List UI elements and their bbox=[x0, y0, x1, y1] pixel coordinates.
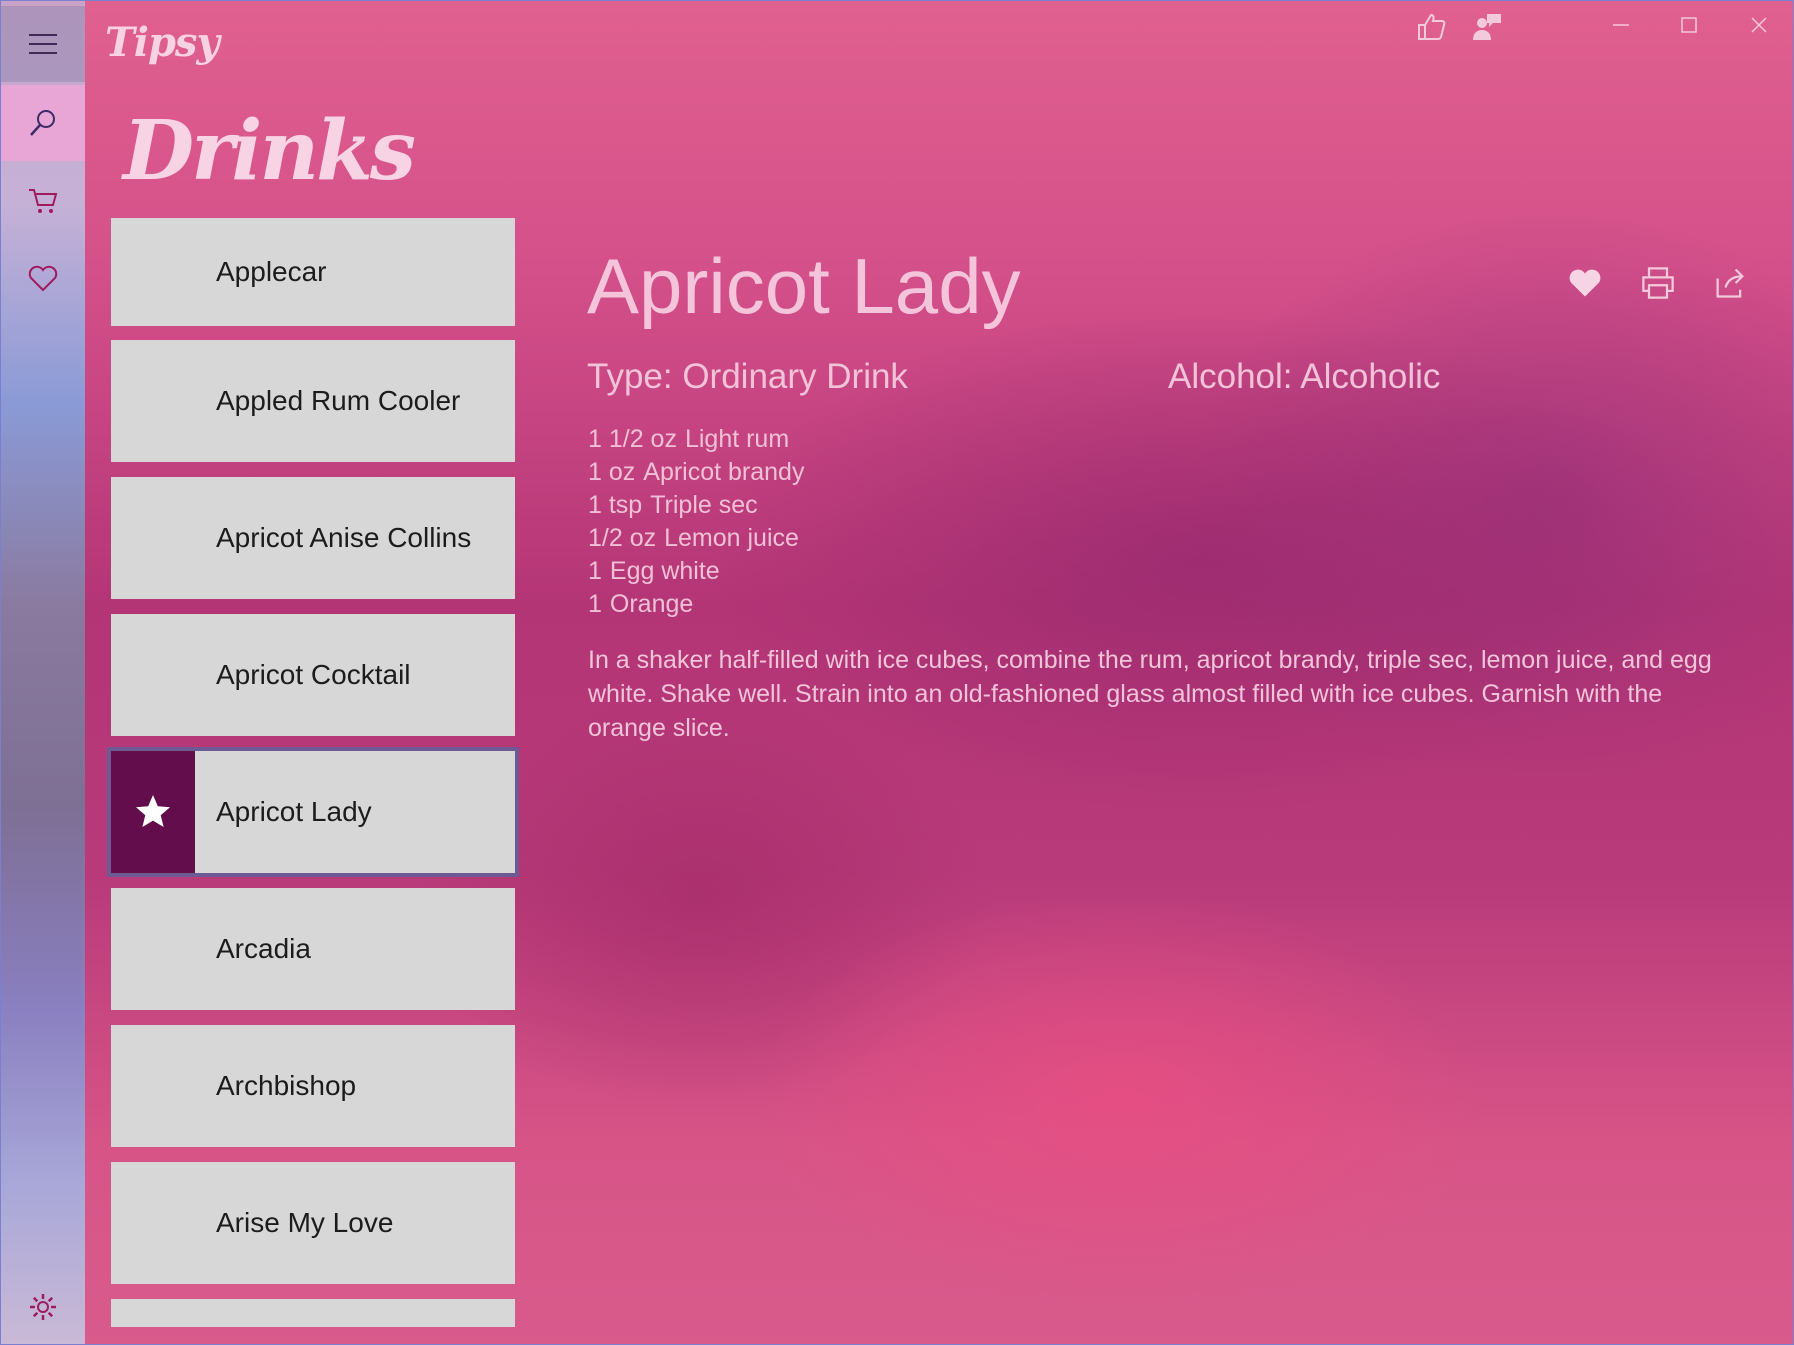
favorite-badge bbox=[111, 751, 195, 873]
close-button[interactable] bbox=[1739, 9, 1779, 41]
list-item[interactable]: Arise My Love bbox=[111, 1162, 515, 1284]
list-item-selected[interactable]: Apricot Lady bbox=[107, 747, 519, 877]
list-item[interactable]: Apricot Cocktail bbox=[111, 614, 515, 736]
ingredient-name: Triple sec bbox=[650, 491, 758, 519]
list-item-partial[interactable] bbox=[111, 1299, 515, 1327]
list-item[interactable]: Appled Rum Cooler bbox=[111, 340, 515, 462]
cart-nav-button[interactable] bbox=[1, 163, 85, 239]
drink-type: Type: Ordinary Drink bbox=[587, 357, 908, 396]
list-item[interactable]: Apricot Anise Collins bbox=[111, 477, 515, 599]
list-item[interactable]: Applecar bbox=[111, 218, 515, 326]
ingredient-qty: 1 oz bbox=[588, 458, 636, 486]
drink-name: Appled Rum Cooler bbox=[216, 385, 461, 416]
drink-alcohol: Alcohol: Alcoholic bbox=[1168, 357, 1441, 396]
page-title: Drinks bbox=[123, 103, 416, 199]
search-nav-button[interactable] bbox=[1, 85, 85, 161]
print-icon[interactable] bbox=[1640, 265, 1676, 301]
cart-icon bbox=[29, 189, 58, 213]
drink-name: Apricot Lady bbox=[216, 796, 372, 827]
star-icon bbox=[136, 795, 170, 827]
share-icon[interactable] bbox=[1712, 265, 1748, 301]
ingredients-list: 1 1/2 oz Light rum 1 oz Apricot brandy 1 t… bbox=[588, 423, 804, 621]
minimize-button[interactable] bbox=[1601, 9, 1641, 41]
gear-icon bbox=[30, 1294, 56, 1320]
drink-name: Applecar bbox=[216, 256, 327, 287]
drink-name: Arise My Love bbox=[216, 1207, 394, 1238]
close-icon bbox=[1751, 17, 1767, 33]
ingredient-row: 1 Egg white bbox=[588, 555, 804, 588]
ingredient-name: Orange bbox=[609, 590, 694, 618]
ingredient-row: 1 Orange bbox=[588, 588, 804, 621]
search-icon bbox=[30, 110, 55, 136]
list-item[interactable]: Arcadia bbox=[111, 888, 515, 1010]
hamburger-menu-button[interactable] bbox=[1, 6, 85, 82]
minimize-icon bbox=[1613, 24, 1629, 26]
ingredient-row: 1/2 oz Lemon juice bbox=[588, 522, 804, 555]
ingredient-name: Lemon juice bbox=[664, 524, 799, 552]
app-window: Tipsy Drinks Applecar Appled Rum Cooler … bbox=[0, 0, 1794, 1345]
drink-instructions: In a shaker half-filled with ice cubes, … bbox=[588, 646, 1712, 742]
list-item[interactable]: Archbishop bbox=[111, 1025, 515, 1147]
drink-title: Apricot Lady bbox=[587, 242, 1021, 330]
ingredient-qty: 1 1/2 oz bbox=[588, 425, 677, 453]
settings-nav-button[interactable] bbox=[1, 1269, 85, 1344]
person-feedback-icon[interactable] bbox=[1471, 11, 1503, 43]
app-logo: Tipsy bbox=[105, 19, 220, 66]
ingredient-qty: 1 bbox=[588, 590, 602, 618]
maximize-button[interactable] bbox=[1669, 9, 1709, 41]
drink-name: Arcadia bbox=[216, 933, 311, 964]
drink-name: Apricot Cocktail bbox=[216, 659, 411, 690]
ingredient-qty: 1 bbox=[588, 557, 602, 585]
favorites-nav-button[interactable] bbox=[1, 240, 85, 316]
hamburger-icon bbox=[29, 34, 57, 54]
heart-icon[interactable] bbox=[1567, 265, 1603, 301]
drink-name: Apricot Anise Collins bbox=[216, 522, 472, 553]
ingredient-name: Egg white bbox=[609, 557, 720, 585]
heart-icon bbox=[28, 265, 58, 292]
ingredient-row: 1 1/2 oz Light rum bbox=[588, 423, 804, 456]
ingredient-row: 1 oz Apricot brandy bbox=[588, 456, 804, 489]
ingredient-name: Light rum bbox=[684, 425, 790, 453]
ingredient-qty: 1 tsp bbox=[588, 491, 643, 519]
nav-rail bbox=[1, 1, 85, 1344]
drink-name: Archbishop bbox=[216, 1070, 357, 1101]
ingredient-name: Apricot brandy bbox=[643, 458, 805, 486]
maximize-icon bbox=[1681, 17, 1697, 33]
thumbs-up-icon[interactable] bbox=[1415, 11, 1447, 43]
ingredient-row: 1 tsp Triple sec bbox=[588, 489, 804, 522]
ingredient-qty: 1/2 oz bbox=[588, 524, 657, 552]
